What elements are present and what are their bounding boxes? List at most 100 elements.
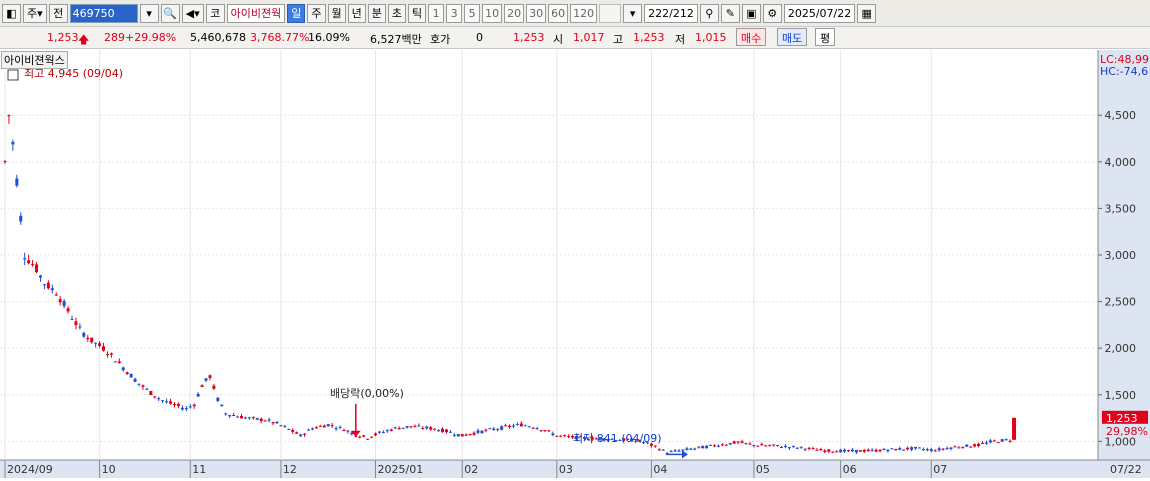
candle-body xyxy=(444,429,448,433)
period-week[interactable]: 주 xyxy=(307,3,326,23)
candle-body xyxy=(500,426,504,430)
quote-label: 호가 xyxy=(430,33,451,46)
candle-body xyxy=(850,449,854,452)
candle-body xyxy=(886,449,890,452)
chart-type-icon[interactable]: ◧ xyxy=(2,3,21,23)
candle-body xyxy=(732,441,736,444)
candle-body xyxy=(693,448,697,450)
candle-body xyxy=(803,448,807,450)
minute-option-5[interactable]: 5 xyxy=(464,3,481,23)
speaker-icon[interactable]: ◀▾ xyxy=(181,3,204,23)
candle-body xyxy=(854,449,858,453)
period-day[interactable]: 일 xyxy=(287,3,306,23)
sell-button[interactable]: 매도 xyxy=(777,28,808,46)
candle-body xyxy=(334,428,338,430)
candle-body xyxy=(760,444,764,446)
minute-option-30[interactable]: 30 xyxy=(526,3,547,23)
candle-body xyxy=(389,429,393,431)
hc-label: HC:-74,6 xyxy=(1100,65,1148,78)
candle-body xyxy=(90,337,94,343)
select-chevron-icon[interactable]: ▾ xyxy=(623,3,643,23)
candle-body xyxy=(224,413,228,415)
candle-body xyxy=(38,275,42,278)
candle-body xyxy=(914,446,918,449)
market-select[interactable]: 주 ▾ xyxy=(23,3,47,23)
candle-body xyxy=(559,435,563,437)
x-last-label: 07/22 xyxy=(1110,463,1142,476)
candle-body xyxy=(287,428,291,430)
candle-body xyxy=(35,264,39,273)
candle-body xyxy=(961,446,965,448)
candle-body xyxy=(279,425,283,427)
period-second[interactable]: 초 xyxy=(387,3,406,23)
period-month[interactable]: 월 xyxy=(327,3,346,23)
volume: 5,460,678 xyxy=(190,31,246,44)
avg-button[interactable]: 평 xyxy=(815,28,836,46)
minute-option-10[interactable]: 10 xyxy=(482,3,503,23)
buy-button[interactable]: 매수 xyxy=(736,28,767,46)
period-minute[interactable]: 분 xyxy=(367,3,386,23)
date-field[interactable]: 2025/07/22 xyxy=(783,3,856,23)
candle-body xyxy=(874,449,878,452)
minute-option-3[interactable]: 3 xyxy=(446,3,463,23)
candle-body xyxy=(949,447,953,449)
save-icon[interactable]: ▣ xyxy=(741,3,761,23)
minute-option-120[interactable]: 120 xyxy=(570,3,598,23)
candle-body xyxy=(172,404,176,406)
gear-icon[interactable]: ⚙ xyxy=(762,3,782,23)
search-icon[interactable]: 🔍 xyxy=(160,3,180,23)
period-tick[interactable]: 틱 xyxy=(408,3,427,23)
candle-body xyxy=(66,308,70,312)
stock-code-input[interactable] xyxy=(69,3,138,23)
prev-button[interactable]: 전 xyxy=(48,3,68,23)
candle-body xyxy=(705,445,709,449)
candle-body xyxy=(882,448,886,451)
count-field[interactable]: 222/212 xyxy=(644,3,698,23)
candle-body xyxy=(539,430,543,432)
candle-body xyxy=(15,178,19,186)
minute-option-60[interactable]: 60 xyxy=(548,3,569,23)
candle-body xyxy=(531,427,535,429)
period-year[interactable]: 년 xyxy=(347,3,366,23)
candle-body xyxy=(232,415,236,417)
candle-body xyxy=(685,448,689,450)
candle-body xyxy=(464,434,468,436)
candle-body xyxy=(58,299,62,303)
minute-option-1[interactable]: 1 xyxy=(428,3,445,23)
candle-body xyxy=(393,427,397,429)
candle-body xyxy=(27,260,31,264)
price-chart[interactable]: 1,000 1,500 2,000 2,500 3,000 3,500 4,000 4,500… xyxy=(0,50,1150,478)
x-tick-label: 04 xyxy=(653,463,667,476)
candle-body xyxy=(661,449,665,451)
candle-body xyxy=(239,415,243,419)
candle-body xyxy=(783,445,787,447)
candle-body xyxy=(795,447,799,449)
count-total: /212 xyxy=(669,6,694,20)
candle-body xyxy=(188,406,192,408)
candle-body xyxy=(220,404,224,407)
candle-body xyxy=(3,161,7,163)
calendar-icon[interactable]: ▦ xyxy=(857,3,877,23)
dropdown-icon[interactable]: ▾ xyxy=(139,3,159,23)
draw-tool-icon[interactable]: ✎ xyxy=(720,3,740,23)
candle-body xyxy=(299,434,303,437)
candle-body xyxy=(169,401,173,404)
candle-body xyxy=(701,445,705,449)
type-label[interactable]: 코 xyxy=(205,3,225,23)
price-info-bar: 1,253 🡅 289 +29.98% 5,460,678 3,768.77% … xyxy=(0,27,1150,49)
candle-body xyxy=(547,430,551,432)
candle-body xyxy=(716,445,720,447)
minute-option-20[interactable]: 20 xyxy=(504,3,525,23)
candle-body xyxy=(342,429,346,432)
indicator-icon[interactable]: ⚲ xyxy=(699,3,719,23)
candle-body xyxy=(381,431,385,433)
candle-body xyxy=(984,442,988,444)
candle-body xyxy=(744,443,748,445)
quote-value: 0 xyxy=(476,31,483,44)
candle-body xyxy=(728,443,732,445)
candle-body xyxy=(23,258,27,260)
y-tick-label: 4,500 xyxy=(1105,109,1137,122)
candle-body xyxy=(866,449,870,452)
empty-select[interactable] xyxy=(599,3,622,23)
candle-body xyxy=(62,301,66,307)
